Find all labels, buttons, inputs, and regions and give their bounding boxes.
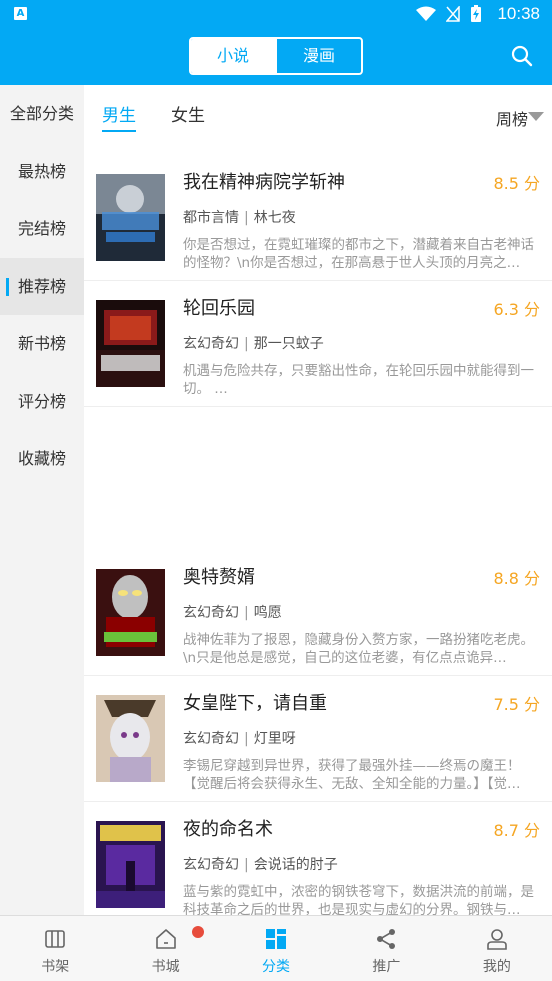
- book-category: 玄幻奇幻: [183, 857, 239, 873]
- app-notification-icon: A: [14, 7, 27, 20]
- book-title[interactable]: 轮回乐园: [183, 294, 255, 320]
- gender-tabs: 男生 女生 周榜: [84, 85, 552, 145]
- nav-promote[interactable]: 推广: [331, 916, 441, 981]
- home-icon: [155, 929, 176, 949]
- book-meta: 都市言情 | 林七夜: [183, 210, 296, 226]
- book-cover[interactable]: [96, 821, 165, 908]
- book-meta: 玄幻奇幻 | 会说话的肘子: [183, 857, 338, 873]
- nav-label: 书城: [151, 959, 180, 975]
- book-score: 6.3 分: [493, 300, 540, 319]
- dropdown-arrow-icon[interactable]: [528, 112, 544, 121]
- tab-female[interactable]: 女生: [171, 101, 205, 126]
- book-author: 会说话的肘子: [253, 857, 338, 873]
- book-score: 8.7 分: [493, 821, 540, 840]
- book-title[interactable]: 夜的命名术: [183, 815, 273, 841]
- ranking-sidebar: 全部分类 最热榜 完结榜 推荐榜 新书榜 评分榜 收藏榜: [0, 85, 84, 915]
- battery-charging-icon: [471, 5, 481, 22]
- book-cover[interactable]: [96, 300, 165, 387]
- sidebar-item-all-categories[interactable]: 全部分类: [0, 85, 84, 143]
- bottom-navigation: 书架 书城 分类 推广 我的: [0, 915, 552, 981]
- system-icons: [416, 5, 482, 23]
- share-icon: [377, 929, 396, 949]
- sidebar-item-new-books[interactable]: 新书榜: [0, 315, 84, 373]
- book-category: 玄幻奇幻: [183, 336, 239, 352]
- tab-male[interactable]: 男生: [102, 101, 136, 132]
- nav-label: 书架: [41, 959, 70, 975]
- book-category: 都市言情: [183, 210, 239, 226]
- no-signal-icon: [446, 6, 460, 22]
- notification-badge: [192, 926, 204, 938]
- nav-label: 我的: [482, 959, 511, 975]
- top-bar: 小说 漫画: [0, 28, 552, 85]
- nav-category[interactable]: 分类: [221, 916, 331, 981]
- sidebar-item-hottest[interactable]: 最热榜: [0, 143, 84, 201]
- nav-bookstore[interactable]: 书城: [110, 916, 220, 981]
- book-title[interactable]: 女皇陛下，请自重: [183, 689, 327, 715]
- book-meta: 玄幻奇幻 | 那一只蚊子: [183, 336, 324, 352]
- wifi-icon: [416, 6, 436, 21]
- book-category: 玄幻奇幻: [183, 731, 239, 747]
- book-list-item[interactable]: 夜的命名术 8.7 分 玄幻奇幻 | 会说话的肘子 蓝与紫的霓虹中，浓密的钢铁苍穹下…: [84, 802, 552, 928]
- period-dropdown[interactable]: 周榜: [496, 106, 528, 130]
- nav-profile[interactable]: 我的: [442, 916, 552, 981]
- content-type-switch: 小说 漫画: [189, 37, 363, 75]
- book-title[interactable]: 奥特赘婿: [183, 563, 255, 589]
- clock: 10:38: [497, 4, 540, 23]
- nav-bookshelf[interactable]: 书架: [0, 916, 110, 981]
- book-author: 林七夜: [253, 210, 296, 226]
- book-author: 灯里呀: [253, 731, 296, 747]
- nav-label: 推广: [372, 959, 401, 975]
- book-list-item[interactable]: 女皇陛下，请自重 7.5 分 玄幻奇幻 | 灯里呀 李锡尼穿越到异世界，获得了最强外…: [84, 676, 552, 802]
- book-list-item[interactable]: 我在精神病院学斩神 8.5 分 都市言情 | 林七夜 你是否想过，在霓虹璀璨的都市之…: [84, 155, 552, 281]
- book-description: 战神佐菲为了报恩，隐藏身份入赘方家，一路扮猪吃老虎。\n只是他总是感觉，自己的这…: [183, 632, 534, 666]
- search-icon[interactable]: [510, 44, 534, 68]
- book-cover[interactable]: [96, 695, 165, 782]
- book-list-item[interactable]: 奥特赘婿 8.8 分 玄幻奇幻 | 鸣愿 战神佐菲为了报恩，隐藏身份入赘方家，一路扮…: [84, 550, 552, 676]
- bookshelf-icon: [45, 930, 66, 948]
- book-meta: 玄幻奇幻 | 灯里呀: [183, 731, 296, 747]
- nav-label: 分类: [262, 959, 291, 975]
- book-list-item[interactable]: 轮回乐园 6.3 分 玄幻奇幻 | 那一只蚊子 机遇与危险共存，只要豁出性命，在轮回…: [84, 281, 552, 407]
- book-description: 李锡尼穿越到异世界，获得了最强外挂——终焉の魔王！【觉醒后将会获得永生、无敌、全…: [183, 758, 521, 792]
- book-author: 那一只蚊子: [253, 336, 324, 352]
- tab-comic[interactable]: 漫画: [275, 39, 361, 73]
- book-score: 7.5 分: [493, 695, 540, 714]
- book-meta: 玄幻奇幻 | 鸣愿: [183, 605, 282, 621]
- category-grid-icon: [266, 929, 287, 949]
- sidebar-item-recommended[interactable]: 推荐榜: [0, 257, 84, 315]
- sidebar-item-completed[interactable]: 完结榜: [0, 200, 84, 258]
- book-score: 8.8 分: [493, 569, 540, 588]
- book-category: 玄幻奇幻: [183, 605, 239, 621]
- sidebar-item-rating[interactable]: 评分榜: [0, 373, 84, 431]
- book-title[interactable]: 我在精神病院学斩神: [183, 168, 345, 194]
- sidebar-item-favorites[interactable]: 收藏榜: [0, 430, 84, 488]
- book-cover[interactable]: [96, 569, 165, 656]
- user-icon: [487, 929, 507, 950]
- book-cover[interactable]: [96, 174, 165, 261]
- tab-novel[interactable]: 小说: [191, 39, 275, 73]
- book-author: 鸣愿: [253, 605, 282, 621]
- book-description: 机遇与危险共存，只要豁出性命，在轮回乐园中就能得到一切。 …: [183, 363, 534, 397]
- book-description: 蓝与紫的霓虹中，浓密的钢铁苍穹下，数据洪流的前端，是科技革命之后的世界，也是现实…: [183, 884, 534, 918]
- book-description: 你是否想过，在霓虹璀璨的都市之下，潜藏着来自古老神话的怪物？\n你是否想过，在那…: [183, 237, 534, 271]
- book-score: 8.5 分: [493, 174, 540, 193]
- status-bar: A 10:38: [0, 0, 552, 28]
